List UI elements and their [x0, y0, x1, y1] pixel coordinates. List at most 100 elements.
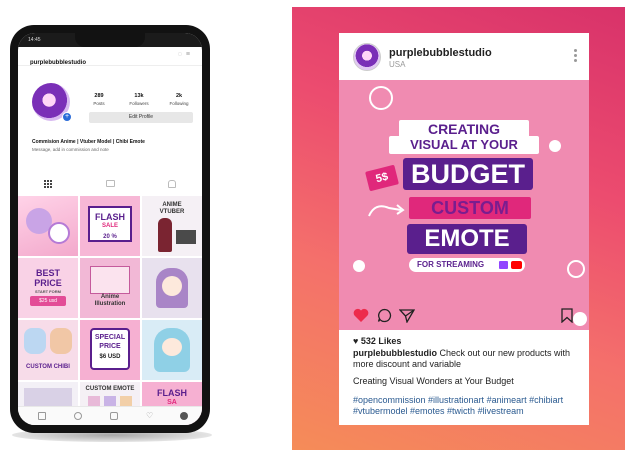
- comment-icon[interactable]: [377, 308, 392, 323]
- post-actions: [339, 305, 589, 327]
- tile-art: [24, 328, 46, 354]
- tile-art: [48, 222, 70, 244]
- tile-text: FLASH: [157, 388, 187, 398]
- stat-followers[interactable]: 13k Followers: [124, 93, 154, 106]
- tile-text: Illustration: [94, 301, 126, 307]
- tile-art: [162, 276, 182, 296]
- stage: 14:45 purplebubblestudio ◌≡ + 289 Posts …: [0, 0, 625, 450]
- grid-icon: [44, 180, 52, 188]
- tile-text: SPECIAL: [94, 334, 126, 341]
- header-actions: ◌≡: [178, 51, 194, 58]
- post-image[interactable]: CREATING VISUAL AT YOUR BUDGET 5$ CUSTOM…: [339, 80, 589, 330]
- edit-profile-button[interactable]: Edit Profile: [89, 112, 193, 123]
- bottom-nav: ♡: [18, 406, 202, 425]
- post-avatar[interactable]: [353, 43, 381, 71]
- grid-post[interactable]: [142, 258, 202, 318]
- tile-text: START FORM: [35, 289, 61, 294]
- like-icon[interactable]: [353, 308, 369, 323]
- grid-post[interactable]: Anime Illustration: [80, 258, 140, 318]
- grid-post[interactable]: ANIME VTUBER: [142, 196, 202, 256]
- heart-icon[interactable]: ♡: [146, 412, 154, 420]
- profile-icon[interactable]: [180, 412, 188, 420]
- tile-art: [50, 328, 72, 354]
- banner-budget: BUDGET: [403, 158, 533, 190]
- add-story-icon[interactable]: +: [62, 112, 72, 122]
- tab-reels[interactable]: [106, 180, 116, 188]
- reels-nav-icon[interactable]: [110, 412, 118, 420]
- phone-mockup: 14:45 purplebubblestudio ◌≡ + 289 Posts …: [10, 25, 210, 433]
- post-tagline: Creating Visual Wonders at Your Budget: [353, 376, 514, 386]
- stat-following-label: Following: [169, 101, 189, 106]
- bookmark-icon[interactable]: [561, 308, 573, 323]
- grid-post[interactable]: [18, 196, 78, 256]
- tagged-icon: [168, 180, 176, 188]
- profile-tabs: [18, 180, 202, 192]
- tile-text: $25 usd: [39, 298, 57, 304]
- grid-post[interactable]: [142, 320, 202, 380]
- post-hashtags[interactable]: #opencommission #illustrationart #animea…: [353, 395, 589, 417]
- likes-count[interactable]: 532 Likes: [361, 336, 402, 346]
- menu-icon[interactable]: ≡: [186, 51, 194, 58]
- post-caption: purplebubblestudio Check out our new pro…: [353, 348, 579, 370]
- share-icon[interactable]: [399, 308, 415, 323]
- tile-text: 20 %: [103, 234, 117, 240]
- home-icon[interactable]: [38, 412, 46, 420]
- banner-emote: EMOTE: [407, 224, 527, 254]
- header-divider: [18, 65, 202, 66]
- deco-circle: [353, 260, 365, 272]
- stat-following[interactable]: 2k Following: [164, 93, 194, 106]
- stat-followers-count: 13k: [134, 93, 144, 99]
- phone-notch: [75, 33, 145, 47]
- tile-text: VTUBER: [159, 209, 185, 215]
- tile-text: BEST: [35, 268, 60, 278]
- banner-custom: CUSTOM: [409, 197, 531, 219]
- tile-text: $6 USD: [99, 354, 121, 360]
- stat-followers-label: Followers: [129, 101, 149, 106]
- profile-header: purplebubblestudio ◌≡: [18, 51, 202, 66]
- tile-frame: [90, 266, 130, 294]
- more-options-icon[interactable]: [574, 49, 577, 63]
- tab-tagged[interactable]: [168, 180, 178, 188]
- caption-username[interactable]: purplebubblestudio: [353, 348, 437, 358]
- tile-text: Anime: [100, 294, 120, 300]
- stat-posts[interactable]: 289 Posts: [84, 93, 114, 106]
- post-card: purplebubblestudio USA CREATING VISUAL A…: [339, 33, 589, 425]
- tile-text: CUSTOM EMOTE: [85, 386, 135, 392]
- tile-text: SALE: [101, 223, 118, 229]
- tile-text: PRICE: [34, 278, 62, 288]
- add-icon[interactable]: ◌: [178, 51, 186, 58]
- tile-art: [158, 218, 172, 252]
- tile-text: CUSTOM CHIBI: [26, 364, 70, 370]
- bio-text: Message, add in commission and note: [32, 147, 109, 152]
- grid-post[interactable]: BEST PRICE START FORM $25 usd: [18, 258, 78, 318]
- post-location[interactable]: USA: [389, 60, 405, 69]
- stat-posts-count: 289: [94, 93, 104, 99]
- post-grid: FLASH SALE 20 % ANIME VTUBER BEST PRICE …: [18, 196, 202, 425]
- tab-posts[interactable]: [44, 180, 54, 188]
- search-icon[interactable]: [74, 412, 82, 420]
- grid-post[interactable]: SPECIAL PRICE $6 USD: [80, 320, 140, 380]
- deco-circle: [549, 140, 561, 152]
- phone-screen: 14:45 purplebubblestudio ◌≡ + 289 Posts …: [18, 33, 202, 425]
- stat-following-count: 2k: [175, 93, 183, 99]
- price-tag: 5$: [365, 164, 399, 192]
- tile-text: SA: [167, 399, 177, 406]
- status-time: 14:45: [28, 37, 41, 43]
- deco-circle: [369, 86, 393, 110]
- grid-post[interactable]: FLASH SALE 20 %: [80, 196, 140, 256]
- tile-text: ANIME: [162, 202, 182, 208]
- post-username[interactable]: purplebubblestudio: [389, 47, 492, 59]
- banner-visual: VISUAL AT YOUR: [389, 136, 539, 154]
- tile-art: [162, 338, 182, 356]
- bio-name: Commision Anime | Vtuber Model | Chibi E…: [32, 139, 145, 145]
- tile-text: PRICE: [99, 343, 121, 350]
- deco-circle: [567, 260, 585, 278]
- grid-post[interactable]: CUSTOM CHIBI: [18, 320, 78, 380]
- heart-icon: ♥ 532 Likes: [353, 336, 402, 346]
- youtube-icon: [511, 261, 522, 269]
- reels-icon: [106, 180, 115, 187]
- arrow-icon: [368, 204, 405, 217]
- tile-text: FLASH: [95, 212, 125, 222]
- tile-art: [176, 230, 196, 244]
- stat-posts-label: Posts: [93, 101, 105, 106]
